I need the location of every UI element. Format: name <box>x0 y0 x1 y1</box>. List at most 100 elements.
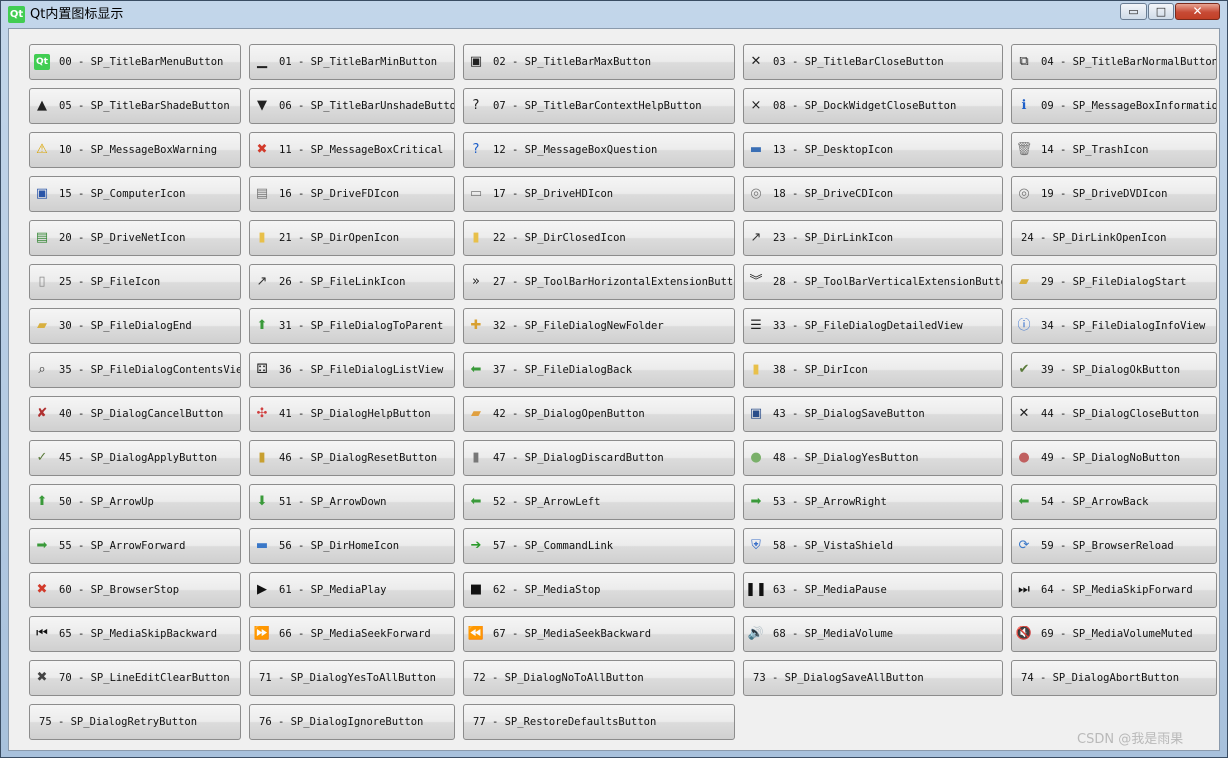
icon-button-39[interactable]: ✔ 39 - SP_DialogOkButton <box>1011 352 1217 388</box>
icon-button-33[interactable]: ☰ 33 - SP_FileDialogDetailedView <box>743 308 1003 344</box>
icon-button-68[interactable]: 🔊 68 - SP_MediaVolume <box>743 616 1003 652</box>
icon-button-01[interactable]: ▁ 01 - SP_TitleBarMinButton <box>249 44 455 80</box>
title-bar[interactable]: Qt Qt内置图标显示 ▭ □ ✕ <box>1 1 1227 28</box>
icon-button-45[interactable]: ✓ 45 - SP_DialogApplyButton <box>29 440 241 476</box>
icon-button-12[interactable]: ? 12 - SP_MessageBoxQuestion <box>463 132 735 168</box>
icon-button-63[interactable]: ❚❚ 63 - SP_MediaPause <box>743 572 1003 608</box>
icon-button-65[interactable]: ⏮ 65 - SP_MediaSkipBackward <box>29 616 241 652</box>
icon-button-label: 29 - SP_FileDialogStart <box>1041 276 1187 288</box>
icon-button-56[interactable]: ▬ 56 - SP_DirHomeIcon <box>249 528 455 564</box>
icon-button-29[interactable]: ▰ 29 - SP_FileDialogStart <box>1011 264 1217 300</box>
icon-button-46[interactable]: ▮ 46 - SP_DialogResetButton <box>249 440 455 476</box>
icon-button-label: 16 - SP_DriveFDIcon <box>279 188 400 200</box>
icon-button-16[interactable]: ▤ 16 - SP_DriveFDIcon <box>249 176 455 212</box>
icon-button-18[interactable]: ◎ 18 - SP_DriveCDIcon <box>743 176 1003 212</box>
icon-button-42[interactable]: ▰ 42 - SP_DialogOpenButton <box>463 396 735 432</box>
icon-button-22[interactable]: ▮ 22 - SP_DirClosedIcon <box>463 220 735 256</box>
icon-button-14[interactable]: 🗑 14 - SP_TrashIcon <box>1011 132 1217 168</box>
icon-button-31[interactable]: ⬆ 31 - SP_FileDialogToParent <box>249 308 455 344</box>
icon-button-40[interactable]: ✘ 40 - SP_DialogCancelButton <box>29 396 241 432</box>
maximize-button[interactable]: □ <box>1148 3 1174 20</box>
icon-button-73[interactable]: 73 - SP_DialogSaveAllButton <box>743 660 1003 696</box>
icon-button-48[interactable]: ● 48 - SP_DialogYesButton <box>743 440 1003 476</box>
file-link-icon: ↗ <box>256 274 268 289</box>
icon-button-30[interactable]: ▰ 30 - SP_FileDialogEnd <box>29 308 241 344</box>
icon-button-71[interactable]: 71 - SP_DialogYesToAllButton <box>249 660 455 696</box>
icon-button-57[interactable]: ➔ 57 - SP_CommandLink <box>463 528 735 564</box>
icon-button-02[interactable]: ▣ 02 - SP_TitleBarMaxButton <box>463 44 735 80</box>
icon-button-75[interactable]: 75 - SP_DialogRetryButton <box>29 704 241 740</box>
icon-button-74[interactable]: 74 - SP_DialogAbortButton <box>1011 660 1217 696</box>
triangle-up-icon: ▲ <box>37 98 47 113</box>
icon-button-label: 40 - SP_DialogCancelButton <box>59 408 224 420</box>
icon-button-17[interactable]: ▭ 17 - SP_DriveHDIcon <box>463 176 735 212</box>
icon-button-10[interactable]: ⚠ 10 - SP_MessageBoxWarning <box>29 132 241 168</box>
icon-button-49[interactable]: ● 49 - SP_DialogNoButton <box>1011 440 1217 476</box>
icon-button-19[interactable]: ◎ 19 - SP_DriveDVDIcon <box>1011 176 1217 212</box>
icon-button-51[interactable]: ⬇ 51 - SP_ArrowDown <box>249 484 455 520</box>
open-folder-icon: ▰ <box>471 406 481 421</box>
icon-button-69[interactable]: 🔇 69 - SP_MediaVolumeMuted <box>1011 616 1217 652</box>
icon-button-20[interactable]: ▤ 20 - SP_DriveNetIcon <box>29 220 241 256</box>
icon-button-15[interactable]: ▣ 15 - SP_ComputerIcon <box>29 176 241 212</box>
icon-button-25[interactable]: ▯ 25 - SP_FileIcon <box>29 264 241 300</box>
icon-button-44[interactable]: ✕ 44 - SP_DialogCloseButton <box>1011 396 1217 432</box>
qt-app-icon: Qt <box>8 6 25 23</box>
icon-button-60[interactable]: ✖ 60 - SP_BrowserStop <box>29 572 241 608</box>
icon-button-00[interactable]: Qt 00 - SP_TitleBarMenuButton <box>29 44 241 80</box>
icon-button-09[interactable]: ℹ 09 - SP_MessageBoxInformation <box>1011 88 1217 124</box>
icon-button-77[interactable]: 77 - SP_RestoreDefaultsButton <box>463 704 735 740</box>
icon-button-13[interactable]: ▬ 13 - SP_DesktopIcon <box>743 132 1003 168</box>
icon-button-05[interactable]: ▲ 05 - SP_TitleBarShadeButton <box>29 88 241 124</box>
arrow-down-icon: ⬇ <box>256 494 268 509</box>
icon-button-06[interactable]: ▼ 06 - SP_TitleBarUnshadeButton <box>249 88 455 124</box>
icon-button-28[interactable]: ︾ 28 - SP_ToolBarVerticalExtensionButton <box>743 264 1003 300</box>
play-icon: ▶ <box>257 582 267 597</box>
icon-button-32[interactable]: ✚ 32 - SP_FileDialogNewFolder <box>463 308 735 344</box>
icon-button-label: 26 - SP_FileLinkIcon <box>279 276 406 288</box>
icon-button-55[interactable]: ➡ 55 - SP_ArrowForward <box>29 528 241 564</box>
icon-button-35[interactable]: ⌕ 35 - SP_FileDialogContentsView <box>29 352 241 388</box>
icon-button-67[interactable]: ⏪ 67 - SP_MediaSeekBackward <box>463 616 735 652</box>
icon-button-70[interactable]: ✖ 70 - SP_LineEditClearButton <box>29 660 241 696</box>
icon-button-24[interactable]: 24 - SP_DirLinkOpenIcon <box>1011 220 1217 256</box>
icon-button-27[interactable]: » 27 - SP_ToolBarHorizontalExtensionButto… <box>463 264 735 300</box>
icon-button-21[interactable]: ▮ 21 - SP_DirOpenIcon <box>249 220 455 256</box>
icon-button-58[interactable]: ⛨ 58 - SP_VistaShield <box>743 528 1003 564</box>
icon-button-34[interactable]: ⓘ 34 - SP_FileDialogInfoView <box>1011 308 1217 344</box>
icon-button-66[interactable]: ⏩ 66 - SP_MediaSeekForward <box>249 616 455 652</box>
icon-button-61[interactable]: ▶ 61 - SP_MediaPlay <box>249 572 455 608</box>
icon-button-76[interactable]: 76 - SP_DialogIgnoreButton <box>249 704 455 740</box>
volume-muted-icon: 🔇 <box>1016 626 1032 641</box>
help-lifebuoy-icon: ✣ <box>256 406 268 421</box>
icon-button-38[interactable]: ▮ 38 - SP_DirIcon <box>743 352 1003 388</box>
hard-drive-icon: ▭ <box>469 186 483 201</box>
icon-button-23[interactable]: ↗ 23 - SP_DirLinkIcon <box>743 220 1003 256</box>
icon-button-37[interactable]: ⬅ 37 - SP_FileDialogBack <box>463 352 735 388</box>
icon-button-54[interactable]: ⬅ 54 - SP_ArrowBack <box>1011 484 1217 520</box>
icon-button-07[interactable]: ? 07 - SP_TitleBarContextHelpButton <box>463 88 735 124</box>
icon-button-11[interactable]: ✖ 11 - SP_MessageBoxCritical <box>249 132 455 168</box>
icon-button-41[interactable]: ✣ 41 - SP_DialogHelpButton <box>249 396 455 432</box>
minimize-icon: ▁ <box>257 54 267 69</box>
icon-button-72[interactable]: 72 - SP_DialogNoToAllButton <box>463 660 735 696</box>
icon-button-03[interactable]: ✕ 03 - SP_TitleBarCloseButton <box>743 44 1003 80</box>
icon-button-59[interactable]: ⟳ 59 - SP_BrowserReload <box>1011 528 1217 564</box>
close-button[interactable]: ✕ <box>1175 3 1220 20</box>
icon-button-36[interactable]: ⚃ 36 - SP_FileDialogListView <box>249 352 455 388</box>
icon-button-47[interactable]: ▮ 47 - SP_DialogDiscardButton <box>463 440 735 476</box>
icon-button-08[interactable]: × 08 - SP_DockWidgetCloseButton <box>743 88 1003 124</box>
icon-button-62[interactable]: ■ 62 - SP_MediaStop <box>463 572 735 608</box>
icon-button-52[interactable]: ⬅ 52 - SP_ArrowLeft <box>463 484 735 520</box>
icon-button-64[interactable]: ⏭ 64 - SP_MediaSkipForward <box>1011 572 1217 608</box>
icon-button-label: 49 - SP_DialogNoButton <box>1041 452 1181 464</box>
icon-button-53[interactable]: ➡ 53 - SP_ArrowRight <box>743 484 1003 520</box>
icon-button-label: 68 - SP_MediaVolume <box>773 628 894 640</box>
icon-button-label: 10 - SP_MessageBoxWarning <box>59 144 218 156</box>
icon-button-43[interactable]: ▣ 43 - SP_DialogSaveButton <box>743 396 1003 432</box>
icon-button-label: 19 - SP_DriveDVDIcon <box>1041 188 1168 200</box>
icon-button-50[interactable]: ⬆ 50 - SP_ArrowUp <box>29 484 241 520</box>
icon-button-04[interactable]: ⧉ 04 - SP_TitleBarNormalButton <box>1011 44 1217 80</box>
icon-button-26[interactable]: ↗ 26 - SP_FileLinkIcon <box>249 264 455 300</box>
minimize-button[interactable]: ▭ <box>1120 3 1147 20</box>
